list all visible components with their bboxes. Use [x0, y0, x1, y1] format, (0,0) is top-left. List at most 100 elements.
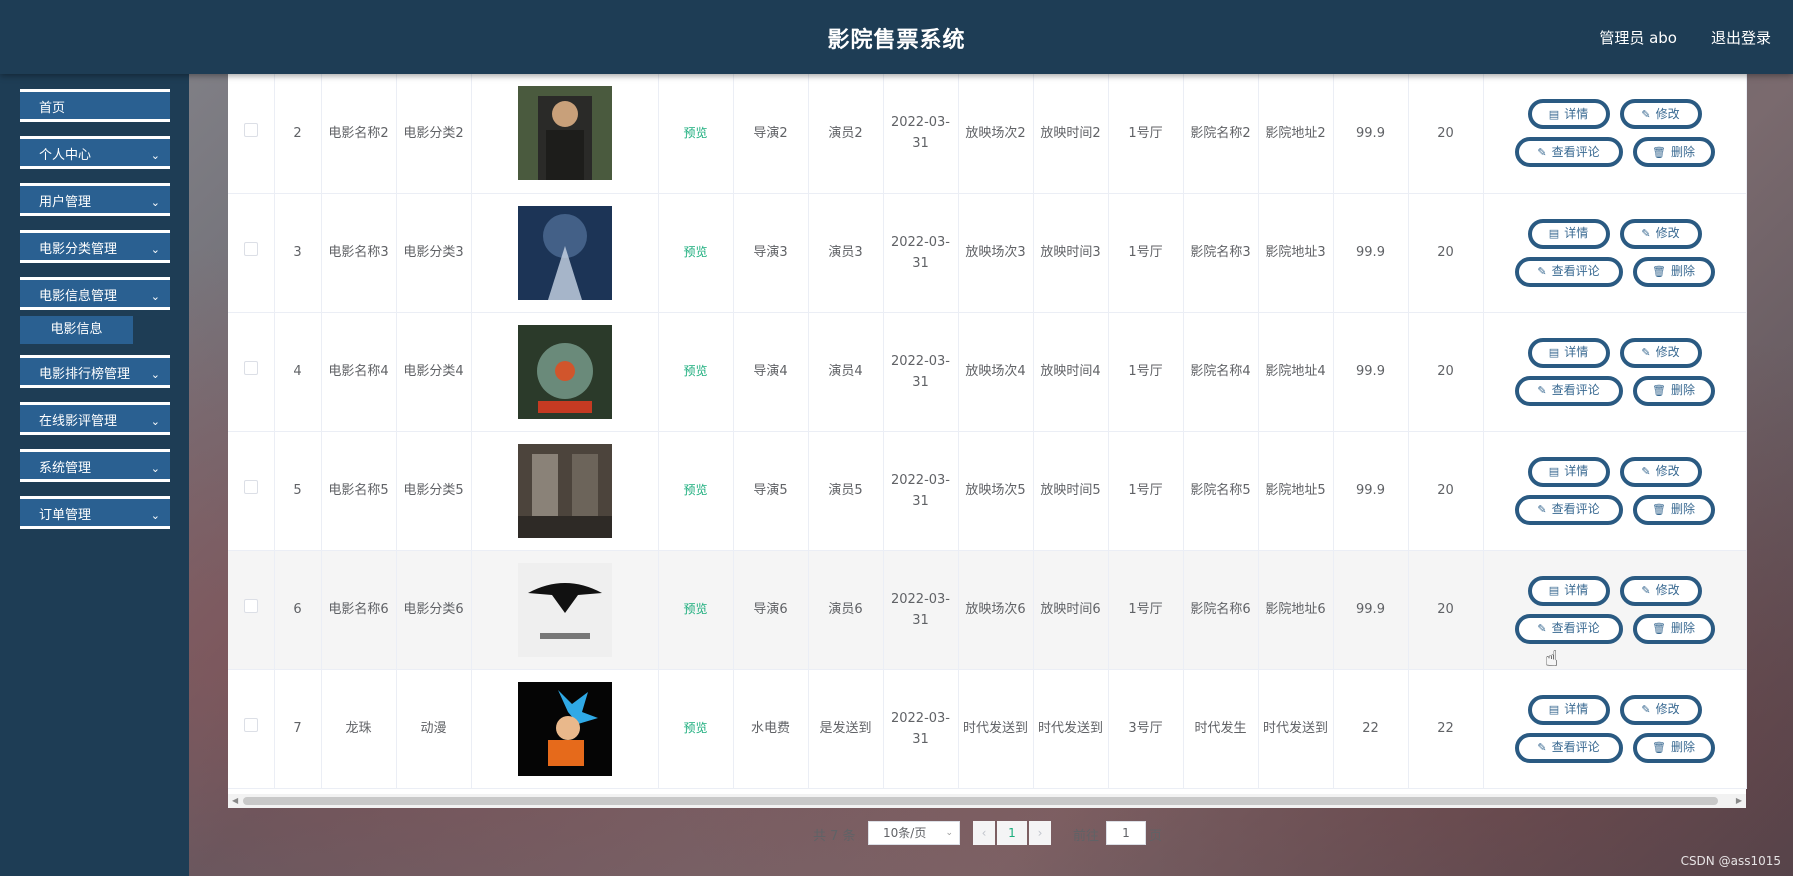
preview-link[interactable]: 预览: [683, 364, 707, 378]
chevron-down-icon: ⌄: [150, 462, 160, 475]
edit-button[interactable]: ✎ 修改: [1619, 575, 1702, 606]
screening-session: 放映场次6: [958, 550, 1034, 670]
cinema-address: 影院地址2: [1258, 74, 1334, 194]
detail-button[interactable]: ▤ 详情: [1527, 694, 1610, 725]
preview-link[interactable]: 预览: [683, 721, 707, 735]
view-comments-label: 查看评论: [1551, 144, 1600, 159]
poster-cell: [471, 193, 659, 313]
sidebar-item-system[interactable]: 系统管理 ⌄: [20, 449, 170, 482]
edit-label: 修改: [1655, 702, 1680, 716]
detail-label: 详情: [1564, 226, 1589, 240]
preview-link[interactable]: 预览: [683, 483, 707, 497]
row-checkbox[interactable]: [243, 718, 258, 732]
page-size-value: 10条/页: [883, 826, 927, 840]
preview-link[interactable]: 预览: [683, 245, 707, 259]
cinema-address: 时代发送到: [1258, 669, 1334, 789]
detail-button[interactable]: ▤ 详情: [1527, 456, 1610, 487]
scroll-right-arrow-icon[interactable]: ▶: [1736, 794, 1742, 808]
view-comments-button[interactable]: ✎ 查看评论: [1514, 137, 1623, 168]
poster-cell: [471, 431, 659, 551]
sidebar-item-home[interactable]: 首页: [20, 89, 170, 122]
preview-cell: 预览: [658, 431, 734, 551]
view-comments-button[interactable]: ✎ 查看评论: [1514, 256, 1623, 287]
preview-link[interactable]: 预览: [683, 602, 707, 616]
movie-category: 电影分类2: [396, 74, 472, 194]
detail-button[interactable]: ▤ 详情: [1527, 218, 1610, 249]
delete-label: 删除: [1670, 383, 1695, 397]
seat-count: 20: [1408, 550, 1484, 670]
director: 水电费: [733, 669, 809, 789]
sidebar-item-label: 电影排行榜管理: [39, 367, 131, 382]
screening-time: 时代发送到: [1033, 669, 1109, 789]
prev-page-button[interactable]: ‹: [973, 821, 995, 845]
view-comments-button[interactable]: ✎ 查看评论: [1514, 732, 1623, 763]
row-index: 7: [274, 669, 322, 789]
goto-suffix-label: 页: [1149, 829, 1163, 844]
delete-button[interactable]: 🗑 删除: [1632, 137, 1715, 168]
page-number-current[interactable]: 1: [997, 821, 1027, 845]
edit-button[interactable]: ✎ 修改: [1619, 694, 1702, 725]
price: 99.9: [1333, 431, 1409, 551]
director: 导演6: [733, 550, 809, 670]
view-comments-button[interactable]: ✎ 查看评论: [1514, 375, 1623, 406]
delete-button[interactable]: 🗑 删除: [1632, 494, 1715, 525]
delete-label: 删除: [1670, 740, 1695, 754]
table-row: 4 电影名称4 电影分类4 预览 导演4 演员4 2022-03-31 放映场次4 放映时间4 1…: [228, 312, 1747, 432]
row-index: 5: [274, 431, 322, 551]
sidebar-item-reviews[interactable]: 在线影评管理 ⌄: [20, 402, 170, 435]
edit-button[interactable]: ✎ 修改: [1619, 456, 1702, 487]
delete-button[interactable]: 🗑 删除: [1632, 375, 1715, 406]
delete-button[interactable]: 🗑 删除: [1632, 256, 1715, 287]
sidebar-item-personal-center[interactable]: 个人中心 ⌄: [20, 136, 170, 169]
actions-cell: ▤ 详情 ✎ 修改 ✎ 查看评论 🗑 删除: [1483, 669, 1747, 789]
view-comments-button[interactable]: ✎ 查看评论: [1514, 613, 1623, 644]
sidebar-item-movie-info[interactable]: 电影信息管理 ⌄: [20, 277, 170, 310]
movie-poster-image: [476, 681, 654, 776]
table-row: 6 电影名称6 电影分类6 预览 导演6 演员6 2022-03-31 放映场次6 放映时间6 1…: [228, 550, 1747, 670]
sidebar-item-ranking[interactable]: 电影排行榜管理 ⌄: [20, 355, 170, 388]
table-row: 7 龙珠 动漫 预览 水电费 是发送到 2022-03-31 时代发送到 时代发送到 3号厅 时代发…: [228, 669, 1747, 789]
edit-button[interactable]: ✎ 修改: [1619, 99, 1702, 130]
pencil-icon: ✎: [1537, 384, 1547, 397]
sidebar-item-label: 电影信息管理: [39, 289, 118, 304]
sidebar-item-user-management[interactable]: 用户管理 ⌄: [20, 183, 170, 216]
row-checkbox[interactable]: [243, 242, 258, 256]
sidebar-item-orders[interactable]: 订单管理 ⌄: [20, 496, 170, 529]
preview-link[interactable]: 预览: [683, 126, 707, 140]
document-icon: ▤: [1548, 346, 1560, 359]
edit-button[interactable]: ✎ 修改: [1619, 337, 1702, 368]
sidebar-item-movie-category[interactable]: 电影分类管理 ⌄: [20, 230, 170, 263]
preview-cell: 预览: [658, 312, 734, 432]
detail-button[interactable]: ▤ 详情: [1527, 99, 1610, 130]
sidebar-subitem-movie-info[interactable]: 电影信息: [20, 316, 133, 344]
horizontal-scrollbar[interactable]: ◀ ▶: [228, 794, 1746, 808]
row-checkbox[interactable]: [243, 480, 258, 494]
cinema-name: 影院名称6: [1183, 550, 1259, 670]
screening-session: 放映场次4: [958, 312, 1034, 432]
page-size-select[interactable]: 10条/页 ⌄: [868, 821, 960, 845]
pencil-icon: ✎: [1537, 622, 1547, 635]
chevron-down-icon: ⌄: [150, 243, 160, 256]
screening-time: 放映时间6: [1033, 550, 1109, 670]
delete-label: 删除: [1670, 502, 1695, 516]
goto-page-input[interactable]: 1: [1106, 821, 1146, 845]
delete-button[interactable]: 🗑 删除: [1632, 732, 1715, 763]
actor: 是发送到: [808, 669, 884, 789]
view-comments-button[interactable]: ✎ 查看评论: [1514, 494, 1623, 525]
cinema-name: 影院名称3: [1183, 193, 1259, 313]
row-checkbox[interactable]: [243, 361, 258, 375]
next-page-button[interactable]: ›: [1029, 821, 1051, 845]
row-checkbox[interactable]: [243, 122, 258, 137]
delete-button[interactable]: 🗑 删除: [1632, 613, 1715, 644]
scrollbar-thumb[interactable]: [243, 797, 1718, 805]
poster-cell: [471, 74, 659, 194]
row-index: 6: [274, 550, 322, 670]
scroll-left-arrow-icon[interactable]: ◀: [232, 794, 238, 808]
edit-button[interactable]: ✎ 修改: [1619, 218, 1702, 249]
document-icon: ▤: [1548, 584, 1560, 597]
row-checkbox[interactable]: [243, 599, 258, 613]
logout-link[interactable]: 退出登录: [1711, 27, 1771, 48]
detail-button[interactable]: ▤ 详情: [1527, 337, 1610, 368]
row-checkbox-cell: [228, 193, 275, 313]
detail-button[interactable]: ▤ 详情: [1527, 575, 1610, 606]
